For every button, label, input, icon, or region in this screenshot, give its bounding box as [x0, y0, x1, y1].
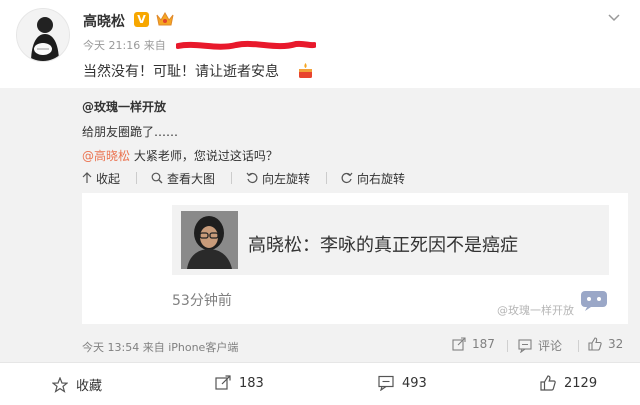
rotate-right-icon [341, 172, 353, 183]
mention-link[interactable]: @高晓松 [82, 149, 130, 163]
post-text: 当然没有！可耻！请让逝者安息 [83, 64, 279, 80]
repost-comment-label: 评论 [538, 339, 563, 353]
toolbar-divider [136, 172, 138, 184]
chevron-down-icon[interactable] [604, 8, 624, 28]
view-large-button[interactable]: 查看大图 [151, 170, 215, 186]
collapse-label: 收起 [96, 171, 121, 186]
repost-like-count: 32 [608, 337, 624, 351]
candle-emoji-icon [297, 62, 314, 79]
repost-like-button[interactable]: 32 [588, 337, 623, 351]
repost-share-count: 187 [472, 337, 495, 351]
headline-text: 高晓松：李咏的真正死因不是癌症 [248, 235, 518, 256]
repost-meta: 今天 13:54 来自 iPhone客户端 [82, 341, 239, 354]
repost-comment-button[interactable]: 评论 [518, 337, 562, 354]
collapse-icon [82, 172, 92, 183]
rotate-right-label: 向右旋转 [357, 171, 406, 186]
stat-divider [507, 340, 508, 352]
post-meta: 今天 21:16 来自 [83, 39, 166, 52]
repost-button[interactable]: 183 [215, 375, 264, 391]
toolbar-divider [231, 172, 233, 184]
redaction-scribble [175, 37, 317, 50]
comment-icon [378, 375, 394, 391]
favorite-label: 收藏 [76, 379, 103, 394]
thumbs-up-icon [540, 375, 556, 391]
headline-time: 53分钟前 [172, 293, 232, 309]
toolbar-divider [326, 172, 328, 184]
image-toolbar: 收起 查看大图 向左旋转 向右旋转 [82, 170, 421, 186]
rotate-left-button[interactable]: 向左旋转 [246, 170, 310, 186]
view-large-label: 查看大图 [167, 171, 216, 186]
thumbs-up-icon [588, 337, 602, 351]
rotate-left-icon [246, 172, 258, 183]
repost-text: 给朋友圈跪了…… [82, 125, 179, 139]
headline-photo [181, 211, 238, 269]
repost-share-button[interactable]: 187 [452, 337, 495, 351]
rotate-left-label: 向左旋转 [262, 171, 311, 186]
crown-icon [156, 11, 174, 27]
collapse-button[interactable]: 收起 [82, 170, 120, 186]
share-icon [452, 337, 466, 351]
weibo-watermark: @玫瑰一样开放 [497, 304, 574, 317]
stat-divider [578, 340, 579, 352]
star-icon [52, 376, 68, 393]
watermark-logo-icon [580, 289, 608, 311]
comment-button[interactable]: 493 [378, 375, 427, 391]
author-name[interactable]: 高晓松 [83, 11, 125, 31]
mention-text: 大紧老师，您说过这话吗？ [130, 149, 278, 163]
repost-count: 183 [239, 375, 264, 391]
verified-badge-icon: V [134, 12, 149, 27]
rotate-right-button[interactable]: 向右旋转 [341, 170, 405, 186]
comment-icon [518, 338, 532, 353]
favorite-button[interactable]: 收藏 [52, 375, 102, 394]
search-icon [151, 172, 163, 184]
share-icon [215, 375, 231, 390]
author-avatar[interactable] [16, 8, 70, 62]
like-button[interactable]: 2129 [540, 375, 597, 391]
repost-author[interactable]: @玫瑰一样开放 [82, 98, 166, 115]
repost-mention-line: @高晓松 大紧老师，您说过这话吗？ [82, 147, 278, 164]
comment-count: 493 [402, 375, 427, 391]
like-count: 2129 [564, 375, 598, 391]
